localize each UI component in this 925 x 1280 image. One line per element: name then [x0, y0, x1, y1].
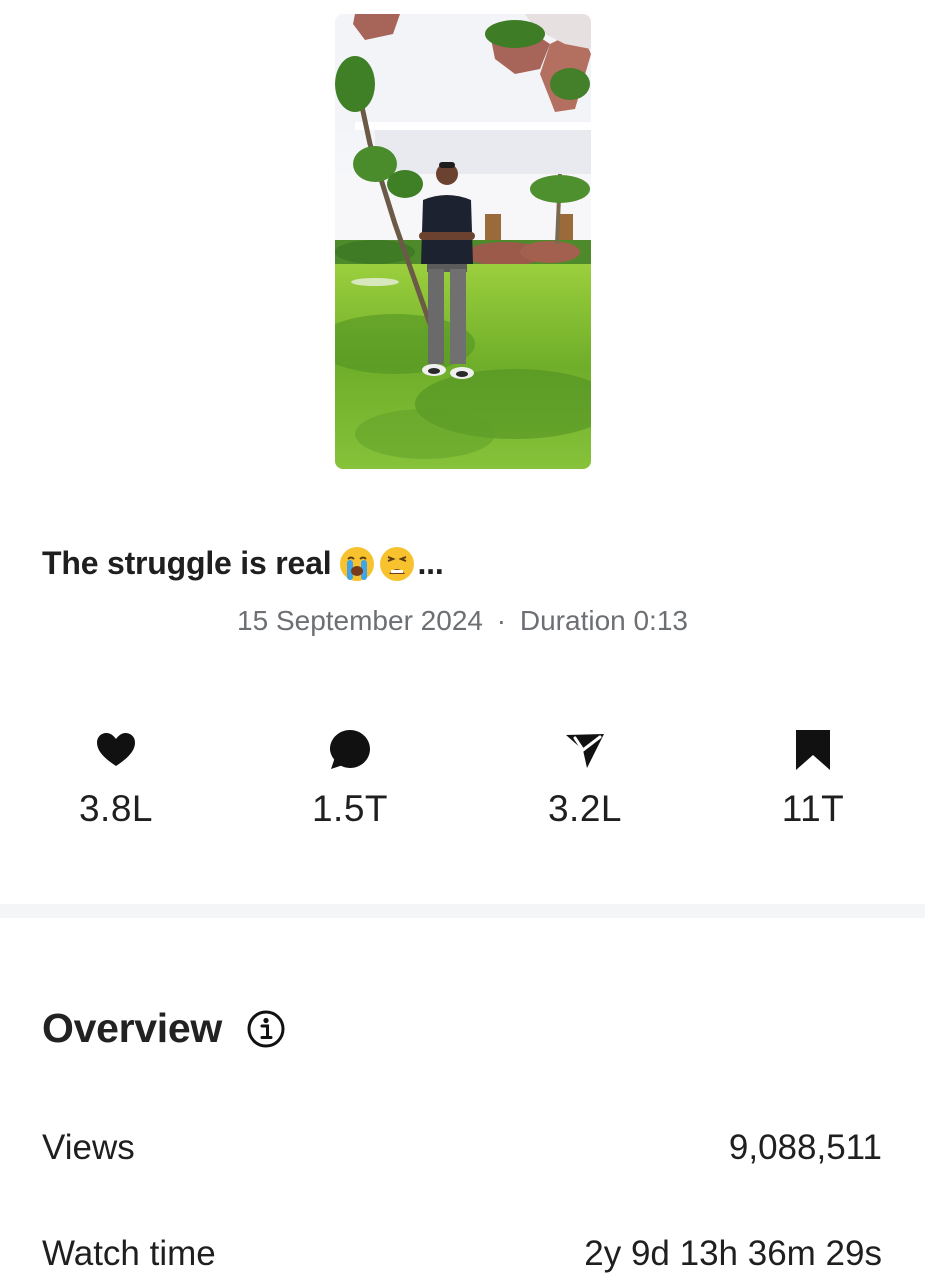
post-duration: Duration 0:13 — [519, 605, 688, 636]
loudly-crying-face-emoji — [340, 546, 375, 581]
comments-stat: 1.5T — [270, 728, 430, 830]
saves-stat: 11T — [733, 728, 893, 830]
caption-text: The struggle is real — [42, 545, 332, 581]
overview-header: Overview — [42, 1005, 286, 1052]
reel-thumbnail[interactable] — [335, 14, 591, 469]
info-icon[interactable] — [246, 1009, 286, 1049]
post-date: 15 September 2024 — [237, 605, 483, 636]
shares-stat: 3.2L — [505, 728, 665, 830]
watch-time-label: Watch time — [42, 1234, 216, 1273]
views-row: Views 9,088,511 — [42, 1128, 882, 1168]
post-insights-page: The struggle is real ... 15 September 20… — [0, 0, 925, 1280]
paper-plane-icon — [566, 734, 604, 768]
post-caption: The struggle is real ... — [42, 545, 444, 582]
section-divider — [0, 904, 925, 918]
overview-title: Overview — [42, 1005, 222, 1051]
saves-count: 11T — [781, 788, 845, 829]
likes-count: 3.8L — [78, 788, 153, 829]
shares-count: 3.2L — [547, 788, 622, 829]
weary-face-emoji — [380, 546, 415, 581]
heart-icon — [97, 733, 135, 766]
meta-separator: · — [496, 605, 507, 636]
comments-count: 1.5T — [311, 788, 389, 829]
watch-time-value: 2y 9d 13h 36m 29s — [584, 1234, 882, 1273]
views-label: Views — [42, 1128, 135, 1167]
views-value: 9,088,511 — [728, 1128, 882, 1167]
caption-ellipsis: ... — [417, 545, 444, 581]
likes-stat: 3.8L — [36, 728, 196, 830]
reel-thumbnail-image — [335, 14, 591, 469]
comment-bubble-icon — [330, 730, 370, 769]
bookmark-icon — [796, 730, 830, 770]
watch-time-row: Watch time 2y 9d 13h 36m 29s — [42, 1234, 882, 1274]
post-meta: 15 September 2024 · Duration 0:13 — [0, 605, 925, 637]
